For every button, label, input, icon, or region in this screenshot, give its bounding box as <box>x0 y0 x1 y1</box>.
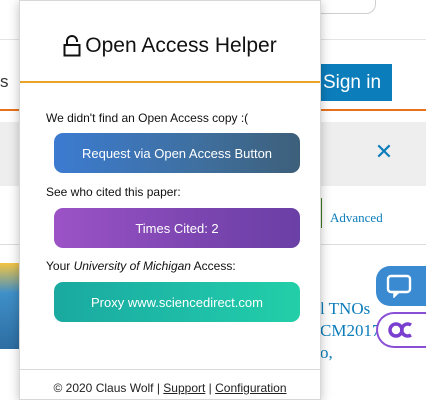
proxy-button[interactable]: Proxy www.sciencedirect.com <box>54 282 300 322</box>
close-icon[interactable]: ✕ <box>374 140 394 164</box>
footer-separator: | <box>153 381 164 395</box>
chat-button[interactable] <box>376 266 426 306</box>
sign-in-button[interactable]: Sign in <box>312 64 392 101</box>
oc-logo-icon <box>388 322 412 338</box>
popup-header-divider <box>20 81 320 83</box>
chat-bubble-icon <box>386 274 412 298</box>
oc-extension-button[interactable] <box>376 312 426 348</box>
lock-open-icon <box>63 35 81 57</box>
article-title-fragment[interactable]: l TNOs CM2017 o, <box>320 298 380 364</box>
institution-name: University of Michigan <box>73 259 191 273</box>
popup-title: Open Access Helper <box>85 34 277 57</box>
page-text-fragment: s <box>0 72 9 91</box>
times-cited-button[interactable]: Times Cited: 2 <box>54 208 300 248</box>
popup-footer: © 2020 Claus Wolf | Support | Configurat… <box>20 381 320 395</box>
journal-cover-image[interactable] <box>0 263 20 349</box>
footer-divider <box>20 369 320 370</box>
not-found-message: We didn't find an Open Access copy :( <box>46 111 249 125</box>
footer-separator: | <box>205 381 216 395</box>
access-suffix: Access: <box>190 259 236 273</box>
access-prefix: Your <box>46 259 74 273</box>
configuration-link[interactable]: Configuration <box>215 381 286 395</box>
article-line: o, <box>320 343 333 362</box>
institution-access-label: Your University of Michigan Access: <box>46 259 236 273</box>
article-line: l TNOs <box>320 299 371 318</box>
request-open-access-button[interactable]: Request via Open Access Button <box>54 133 300 173</box>
popup-header: Open Access Helper <box>20 31 320 61</box>
open-access-helper-popup: Open Access Helper We didn't find an Ope… <box>19 0 321 400</box>
copyright-text: © 2020 Claus Wolf <box>53 381 154 395</box>
support-link[interactable]: Support <box>163 381 205 395</box>
advanced-search-link[interactable]: Advanced <box>330 210 383 226</box>
cited-by-label: See who cited this paper: <box>46 185 181 199</box>
article-line: CM2017 <box>320 321 381 340</box>
